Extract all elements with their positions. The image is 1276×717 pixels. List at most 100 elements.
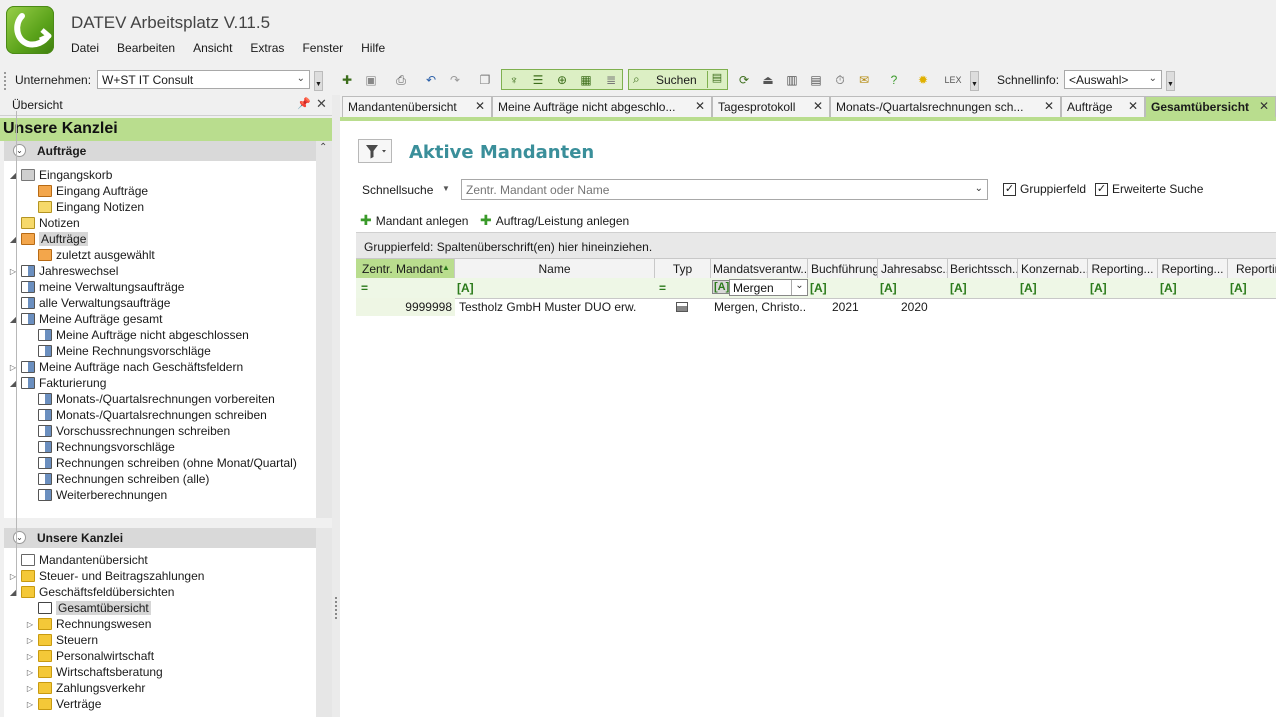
- search-button[interactable]: ⌕ Suchen ▤: [628, 69, 728, 90]
- close-icon[interactable]: ✕: [1044, 99, 1054, 113]
- scroll-up-icon[interactable]: ⌃: [319, 142, 327, 153]
- tree-item[interactable]: ▷ Jahreswechsel: [8, 263, 297, 279]
- tree-view-icon[interactable]: ♆: [505, 71, 523, 89]
- tree-item[interactable]: ▷ Meine Aufträge nach Geschäftsfeldern: [8, 359, 297, 375]
- menu-bearbeiten[interactable]: Bearbeiten: [117, 41, 184, 55]
- filter-equals-icon[interactable]: =: [361, 281, 368, 295]
- zoom-icon[interactable]: ⊕: [553, 71, 571, 89]
- tab-auftraege[interactable]: Aufträge ✕: [1061, 96, 1145, 117]
- menu-hilfe[interactable]: Hilfe: [361, 41, 394, 55]
- tree-item[interactable]: Notizen: [8, 215, 297, 231]
- tree-item[interactable]: ▷ Steuer- und Beitragszahlungen: [8, 568, 205, 584]
- filter-text-icon[interactable]: [A]: [880, 281, 897, 295]
- filter-button[interactable]: [358, 139, 392, 163]
- mandate-filter-field[interactable]: Mergen ⌄: [729, 279, 808, 296]
- panel-splitter[interactable]: [332, 95, 340, 717]
- stopwatch-icon[interactable]: ⏱: [831, 71, 849, 89]
- filter-text-icon[interactable]: [A]: [1160, 281, 1177, 295]
- section-auftraege-header[interactable]: ⌄ Aufträge: [4, 141, 316, 161]
- section-kanzlei-header[interactable]: ⌄ Unsere Kanzlei: [4, 528, 316, 548]
- tree-item[interactable]: Meine Aufträge nicht abgeschlossen: [8, 327, 297, 343]
- filter-equals-icon[interactable]: =: [659, 281, 666, 295]
- help-icon[interactable]: ?: [885, 71, 903, 89]
- close-icon[interactable]: ✕: [813, 99, 823, 113]
- column-header-berichtsschreibung[interactable]: Berichtssch...: [948, 259, 1018, 279]
- toolbar-grip[interactable]: [4, 72, 6, 90]
- menu-datei[interactable]: Datei: [71, 41, 108, 55]
- tree-item[interactable]: ◢ Fakturierung: [8, 375, 297, 391]
- extended-search-checkbox[interactable]: ✓: [1095, 183, 1108, 196]
- tree-item[interactable]: ◢ Geschäftsfeldübersichten: [8, 584, 204, 600]
- filter-text-icon[interactable]: [A]: [810, 281, 827, 295]
- tree-item[interactable]: Gesamtübersicht: [8, 600, 204, 616]
- tree-item[interactable]: ▷ Wirtschaftsberatung: [8, 664, 204, 680]
- group-drop-area[interactable]: Gruppierfeld: Spaltenüberschrift(en) hie…: [356, 232, 1276, 259]
- column-header-typ[interactable]: Typ: [655, 259, 711, 279]
- quick-search-mode-icon[interactable]: ▼: [442, 184, 450, 193]
- tree-item[interactable]: Monats-/Quartalsrechnungen vorbereiten: [8, 391, 297, 407]
- lex-icon[interactable]: LEX: [944, 71, 962, 89]
- tree-item[interactable]: ▷ Verträge: [8, 696, 204, 712]
- save-icon[interactable]: ▣: [362, 71, 380, 89]
- tree-item[interactable]: ▷ Steuern: [8, 632, 204, 648]
- menu-fenster[interactable]: Fenster: [302, 41, 352, 55]
- filter-text-icon[interactable]: [A]: [1090, 281, 1107, 295]
- filter-text-icon[interactable]: [A]: [950, 281, 967, 295]
- column-header-reporting-3[interactable]: Reportin: [1228, 259, 1276, 279]
- expand-arrow-icon[interactable]: ▷: [25, 700, 35, 709]
- expand-arrow-icon[interactable]: ▷: [25, 652, 35, 661]
- column-header-jahresabschluss[interactable]: Jahresabsc...: [878, 259, 948, 279]
- tree-item[interactable]: ▷ Zahlungsverkehr: [8, 680, 204, 696]
- expand-arrow-icon[interactable]: ▷: [25, 620, 35, 629]
- redo-icon[interactable]: ↷: [446, 71, 464, 89]
- tree-item[interactable]: Rechnungen schreiben (ohne Monat/Quartal…: [8, 455, 297, 471]
- refresh-icon[interactable]: ⟳: [735, 71, 753, 89]
- company-select[interactable]: W+ST IT Consult ⌄: [97, 70, 310, 89]
- section-kanzlei-scrollbar[interactable]: [316, 528, 332, 717]
- pin-icon[interactable]: 📌: [297, 97, 311, 110]
- chevron-down-icon[interactable]: ⌄: [791, 280, 807, 295]
- section-divider[interactable]: [0, 520, 332, 526]
- tree-item[interactable]: Eingang Aufträge: [8, 183, 297, 199]
- filter-text-icon[interactable]: [A]: [1230, 281, 1247, 295]
- undo-icon[interactable]: ↶: [422, 71, 440, 89]
- tree-item[interactable]: Rechnungen schreiben (alle): [8, 471, 297, 487]
- tree-item[interactable]: Monats-/Quartalsrechnungen schreiben: [8, 407, 297, 423]
- table-row[interactable]: 9999998 Testholz GmbH Muster DUO erw. Me…: [356, 298, 1276, 316]
- toolbar-overflow-icon[interactable]: ▼: [314, 71, 323, 91]
- tree-item[interactable]: Weiterberechnungen: [8, 487, 297, 503]
- tree-item[interactable]: meine Verwaltungsaufträge: [8, 279, 297, 295]
- tree-item[interactable]: Meine Rechnungsvorschläge: [8, 343, 297, 359]
- column-header-name[interactable]: Name: [455, 259, 655, 279]
- group-field-checkbox[interactable]: ✓: [1003, 183, 1016, 196]
- tab-gesamtuebersicht[interactable]: Gesamtübersicht ✕: [1145, 96, 1276, 117]
- tab-monats-quartalsrechnungen[interactable]: Monats-/Quartalsrechnungen sch... ✕: [830, 96, 1061, 117]
- close-icon[interactable]: ✕: [316, 96, 327, 112]
- column-header-reporting-2[interactable]: Reporting...: [1158, 259, 1228, 279]
- menu-ansicht[interactable]: Ansicht: [193, 41, 241, 55]
- tree-item[interactable]: Mandantenübersicht: [8, 552, 204, 568]
- tree-item[interactable]: alle Verwaltungsaufträge: [8, 295, 297, 311]
- tab-tagesprotokoll[interactable]: Tagesprotokoll ✕: [712, 96, 830, 117]
- tree-item[interactable]: ▷ Personalwirtschaft: [8, 648, 204, 664]
- documents-icon[interactable]: ▥: [783, 71, 801, 89]
- new-icon[interactable]: ✚: [338, 71, 356, 89]
- close-icon[interactable]: ✕: [1128, 99, 1138, 113]
- lightbulb-icon[interactable]: ✹: [914, 71, 932, 89]
- expand-arrow-icon[interactable]: ▷: [25, 636, 35, 645]
- list-icon[interactable]: ≣: [602, 71, 620, 89]
- tree-item[interactable]: Vorschussrechnungen schreiben: [8, 423, 297, 439]
- print-icon[interactable]: ⎙: [392, 71, 410, 89]
- quickinfo-select[interactable]: <Auswahl> ⌄: [1064, 70, 1162, 89]
- list-indent-icon[interactable]: ☰: [529, 71, 547, 89]
- column-header-buchfuehrung[interactable]: Buchführung: [808, 259, 878, 279]
- stamp-icon[interactable]: ⏏: [759, 71, 777, 89]
- section-auftraege-scrollbar[interactable]: ⌃: [316, 141, 332, 518]
- tree-item[interactable]: ◢ Aufträge: [8, 231, 297, 247]
- tab-mandantenuebersicht[interactable]: Mandantenübersicht ✕: [342, 96, 492, 117]
- expand-arrow-icon[interactable]: ▷: [25, 684, 35, 693]
- tree-item[interactable]: zuletzt ausgewählt: [8, 247, 297, 263]
- calculator-icon[interactable]: ▤: [807, 71, 825, 89]
- expand-arrow-icon[interactable]: ▷: [25, 668, 35, 677]
- splitter-grip[interactable]: [335, 597, 337, 619]
